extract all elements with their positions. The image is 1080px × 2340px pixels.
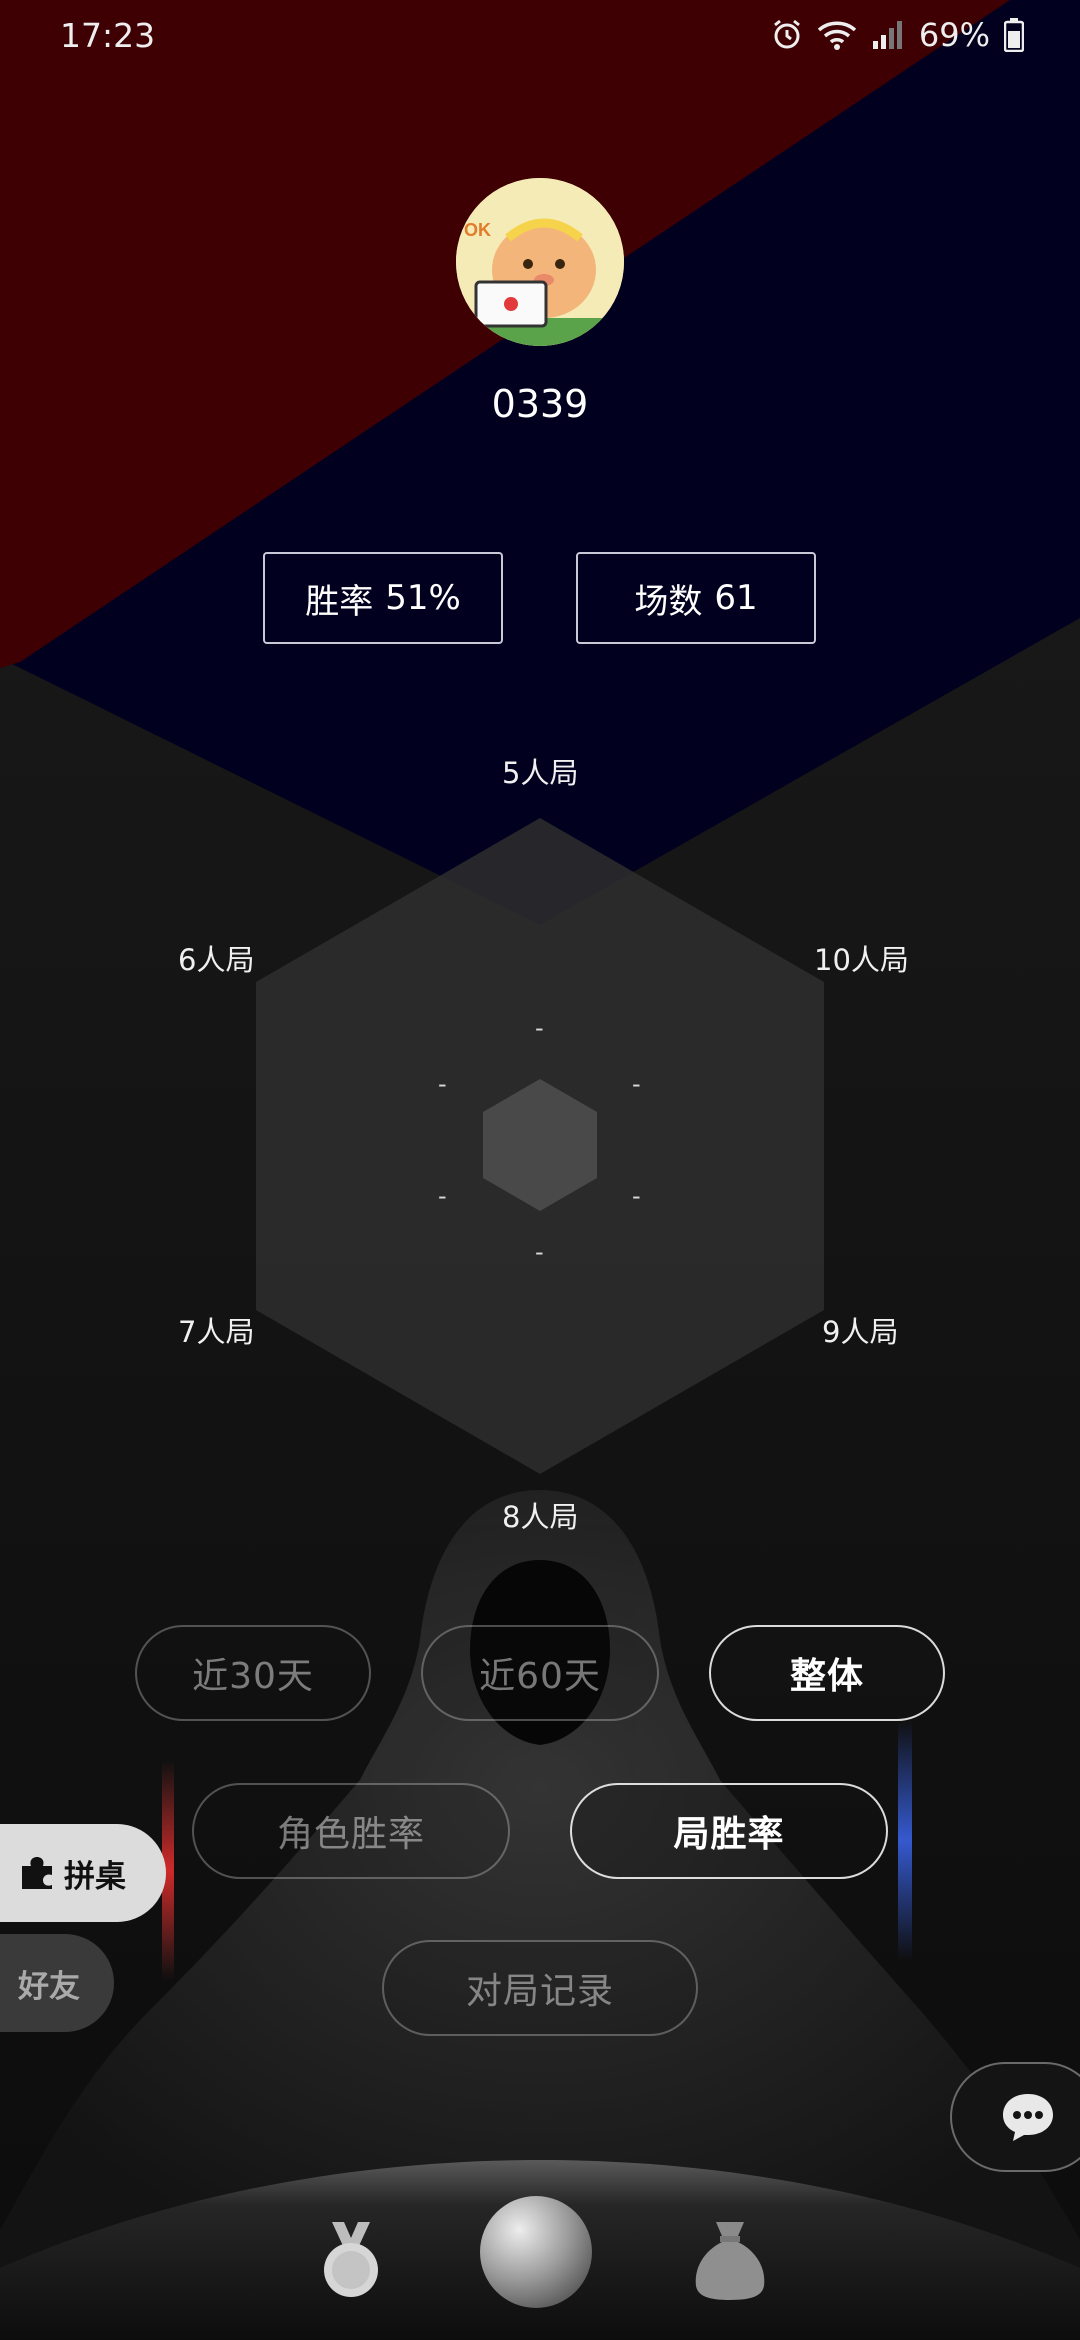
radar-value-5: - bbox=[535, 1014, 544, 1042]
radar-value-9: - bbox=[632, 1182, 641, 1210]
medal-icon[interactable] bbox=[318, 2220, 384, 2300]
home-orb-icon[interactable] bbox=[478, 2194, 594, 2310]
pinzhuo-tab[interactable]: 拼桌 bbox=[0, 1824, 166, 1922]
radar-label-10: 10人局 bbox=[814, 943, 909, 977]
radar-value-8: - bbox=[535, 1238, 544, 1266]
radar-value-7: - bbox=[438, 1182, 447, 1210]
radar-label-8: 8人局 bbox=[502, 1500, 579, 1534]
radar-label-7: 7人局 bbox=[178, 1315, 255, 1349]
filter-game-winrate[interactable]: 局胜率 bbox=[570, 1783, 888, 1879]
filter-overall[interactable]: 整体 bbox=[709, 1625, 945, 1721]
radar-label-9: 9人局 bbox=[822, 1315, 899, 1349]
chat-button[interactable] bbox=[950, 2062, 1080, 2172]
friends-tab[interactable]: 好友 bbox=[0, 1934, 114, 2032]
filter-60-days[interactable]: 近60天 bbox=[421, 1625, 659, 1721]
chat-bubble-icon bbox=[1003, 2094, 1053, 2141]
puzzle-icon bbox=[22, 1857, 52, 1889]
friends-label: 好友 bbox=[18, 1968, 80, 2005]
radar-label-5: 5人局 bbox=[502, 756, 579, 790]
radar-label-6: 6人局 bbox=[178, 943, 255, 977]
filter-role-winrate[interactable]: 角色胜率 bbox=[192, 1783, 510, 1879]
match-history-button[interactable]: 对局记录 bbox=[382, 1940, 698, 2036]
filter-30-days[interactable]: 近30天 bbox=[135, 1625, 371, 1721]
radar-value-6: - bbox=[438, 1070, 447, 1098]
pinzhuo-label: 拼桌 bbox=[64, 1858, 126, 1895]
bottom-nav bbox=[0, 2160, 1080, 2340]
radar-value-10: - bbox=[632, 1070, 641, 1098]
money-bag-icon[interactable] bbox=[692, 2218, 768, 2302]
